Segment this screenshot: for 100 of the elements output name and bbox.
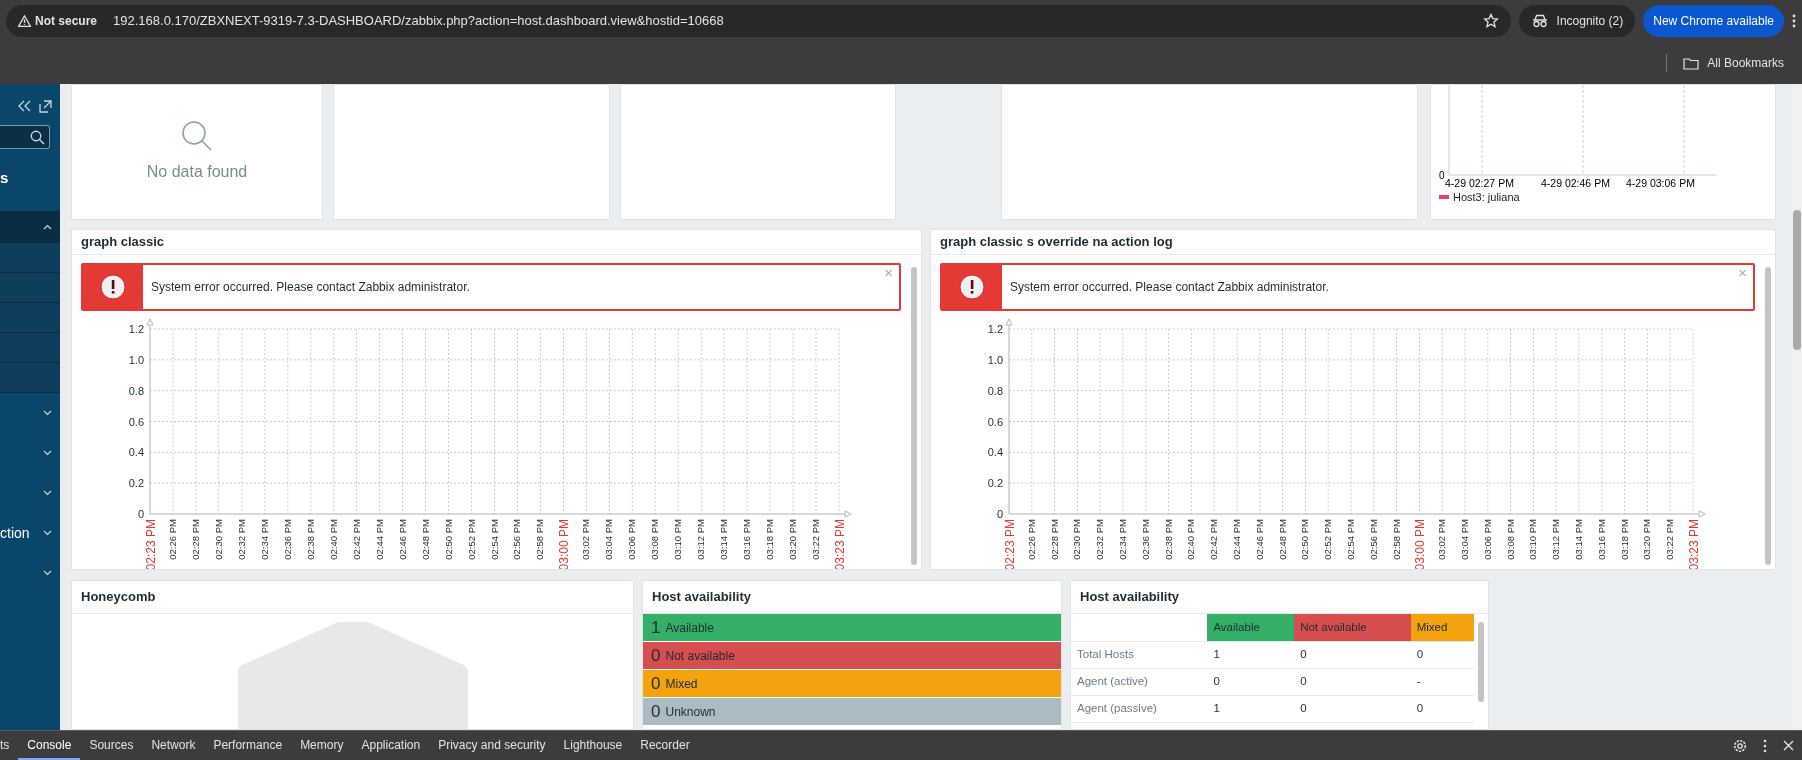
axis-label: 1.2 (987, 323, 1003, 335)
axis-label: 03:20 PM (787, 519, 799, 560)
availability-bar: 0 Mixed (643, 670, 1061, 698)
close-icon[interactable] (1783, 740, 1794, 751)
scrollbar[interactable] (1478, 622, 1484, 702)
menu-section[interactable]: ction (0, 513, 60, 553)
axis-label: 02:48 PM (419, 519, 431, 560)
axis-label: 03:08 PM (649, 519, 661, 560)
url-text: 192.168.0.170/ZBXNEXT-9319-7.3-DASHBOARD/zabbix.php?action=host.dashboard.view&hostid=10668 (113, 12, 725, 31)
axis-label: 03:12 PM (695, 519, 707, 560)
axis-label: 02:28 PM (1048, 519, 1060, 560)
axis-label: 02:32 PM (235, 519, 247, 560)
axis-label: 02:50 PM (442, 519, 454, 560)
bookmarks-divider (1666, 54, 1668, 72)
search-icon (181, 120, 213, 152)
axis-label: 02:50 PM (1299, 519, 1311, 560)
axis-label: 1.2 (128, 323, 144, 335)
menu-section[interactable] (0, 211, 60, 243)
axis-label: 03:04 PM (1459, 519, 1470, 560)
axis-label: 03:12 PM (1550, 519, 1562, 560)
row-header: Agent (passive) (1071, 695, 1208, 722)
widget-title: graph classic s override na action log (931, 230, 1775, 255)
devtools-tab[interactable]: Privacy and security (429, 731, 555, 760)
row-header: Agent (active) (1071, 668, 1208, 695)
axis-label: 03:20 PM (1641, 519, 1653, 560)
chevron-icon (43, 224, 52, 230)
axis-label: 02:46 PM (1253, 519, 1265, 560)
submenu-item[interactable] (0, 333, 60, 363)
empty-message: No data found (146, 162, 248, 182)
table-cell: 0 (1207, 668, 1295, 695)
exclamation-icon (959, 274, 985, 300)
axis-label: 03:08 PM (1504, 519, 1516, 560)
axis-label: 0 (996, 508, 1003, 520)
axis-label: 0.6 (128, 415, 144, 428)
error-text: System error occurred. Please contact Zabbix administrator. (150, 279, 471, 296)
submenu-item[interactable] (0, 363, 60, 393)
incognito-button[interactable]: Incognito (2) (1518, 5, 1636, 37)
warning-icon (18, 15, 31, 27)
star-icon[interactable] (1482, 13, 1499, 29)
axis-label: 03:02 PM (580, 519, 592, 560)
axis-label: 03:22 PM (1664, 519, 1676, 560)
submenu-item[interactable] (0, 243, 60, 273)
submenu-item[interactable] (0, 273, 60, 303)
collapse-icon[interactable] (18, 100, 31, 112)
column-header: Available (1207, 614, 1295, 641)
all-bookmarks-button[interactable]: All Bookmarks (1683, 54, 1784, 72)
axis-label: 0.4 (987, 446, 1003, 459)
error-text: System error occurred. Please contact Zabbix administrator. (1009, 279, 1330, 296)
search-icon (30, 129, 45, 145)
axis-label: 02:38 PM (1162, 519, 1174, 560)
axis-label: 03:14 PM (1573, 519, 1584, 560)
scrollbar-thumb[interactable] (1793, 210, 1801, 350)
devtools-tab[interactable]: Lighthouse (554, 731, 632, 760)
axis-label: 1.0 (987, 353, 1003, 366)
undock-icon[interactable] (39, 100, 52, 113)
column-header: Not available (1294, 614, 1411, 641)
scrollbar[interactable] (1765, 267, 1771, 565)
chevron-icon (43, 490, 52, 496)
axis-label: 02:56 PM (1367, 519, 1379, 560)
axis-label: 02:26 PM (1025, 519, 1037, 560)
devtools-tab[interactable]: Recorder (631, 731, 699, 760)
axis-label: 03:16 PM (741, 519, 753, 560)
axis-label: 4-29 02:27 PM (1445, 177, 1514, 189)
availability-bar: 1 Available (643, 614, 1061, 642)
row-header: Total Hosts (1071, 641, 1208, 668)
availability-bar: 0 Unknown (643, 698, 1061, 726)
axis-label: 02:42 PM (1208, 519, 1220, 560)
devtools-tab[interactable]: Sources (80, 731, 143, 760)
axis-label: 02:36 PM (281, 519, 293, 560)
axis-label: 02:44 PM (373, 519, 385, 560)
security-indicator[interactable]: Not secure (18, 12, 98, 30)
table-cell: 1 (1207, 641, 1295, 668)
update-button[interactable]: New Chrome available (1643, 5, 1784, 37)
axis-label: 03:06 PM (1481, 519, 1493, 560)
scrollbar[interactable] (911, 267, 917, 565)
search-field[interactable] (0, 125, 50, 149)
devtools-tab[interactable]: Console (18, 731, 81, 760)
axis-label: 03:04 PM (603, 519, 615, 560)
axis-label: 02:40 PM (327, 519, 339, 560)
devtools-tab[interactable]: Memory (291, 731, 353, 760)
table-cell: 1 (1207, 695, 1295, 722)
widget-title: graph classic (72, 230, 921, 255)
devtools-tab[interactable]: ts (0, 731, 19, 760)
submenu-item[interactable] (0, 303, 60, 333)
address-bar[interactable]: Not secure 192.168.0.170/ZBXNEXT-9319-7.3-DASHBOARD/zabbix.php?action=host.dashboard.view&hostid=10668 (6, 5, 1511, 37)
axis-label: 03:14 PM (718, 519, 730, 560)
devtools-tab[interactable]: Performance (204, 731, 292, 760)
settings-icon[interactable] (1733, 738, 1747, 753)
axis-label: 02:42 PM (350, 519, 362, 560)
table-cell: 0 (1294, 641, 1411, 668)
axis-label: 02:26 PM (166, 519, 178, 560)
axis-label: 02:54 PM (488, 519, 500, 560)
kebab-menu-icon[interactable] (1763, 738, 1767, 753)
devtools-tab[interactable]: Network (142, 731, 205, 760)
devtools-tab[interactable]: Application (352, 731, 430, 760)
axis-label: 0.2 (128, 477, 144, 490)
axis-label: 02:30 PM (1071, 519, 1083, 560)
table-cell: 0 (1410, 695, 1474, 722)
chevron-icon (43, 410, 52, 416)
kebab-menu-icon[interactable] (1792, 14, 1796, 28)
